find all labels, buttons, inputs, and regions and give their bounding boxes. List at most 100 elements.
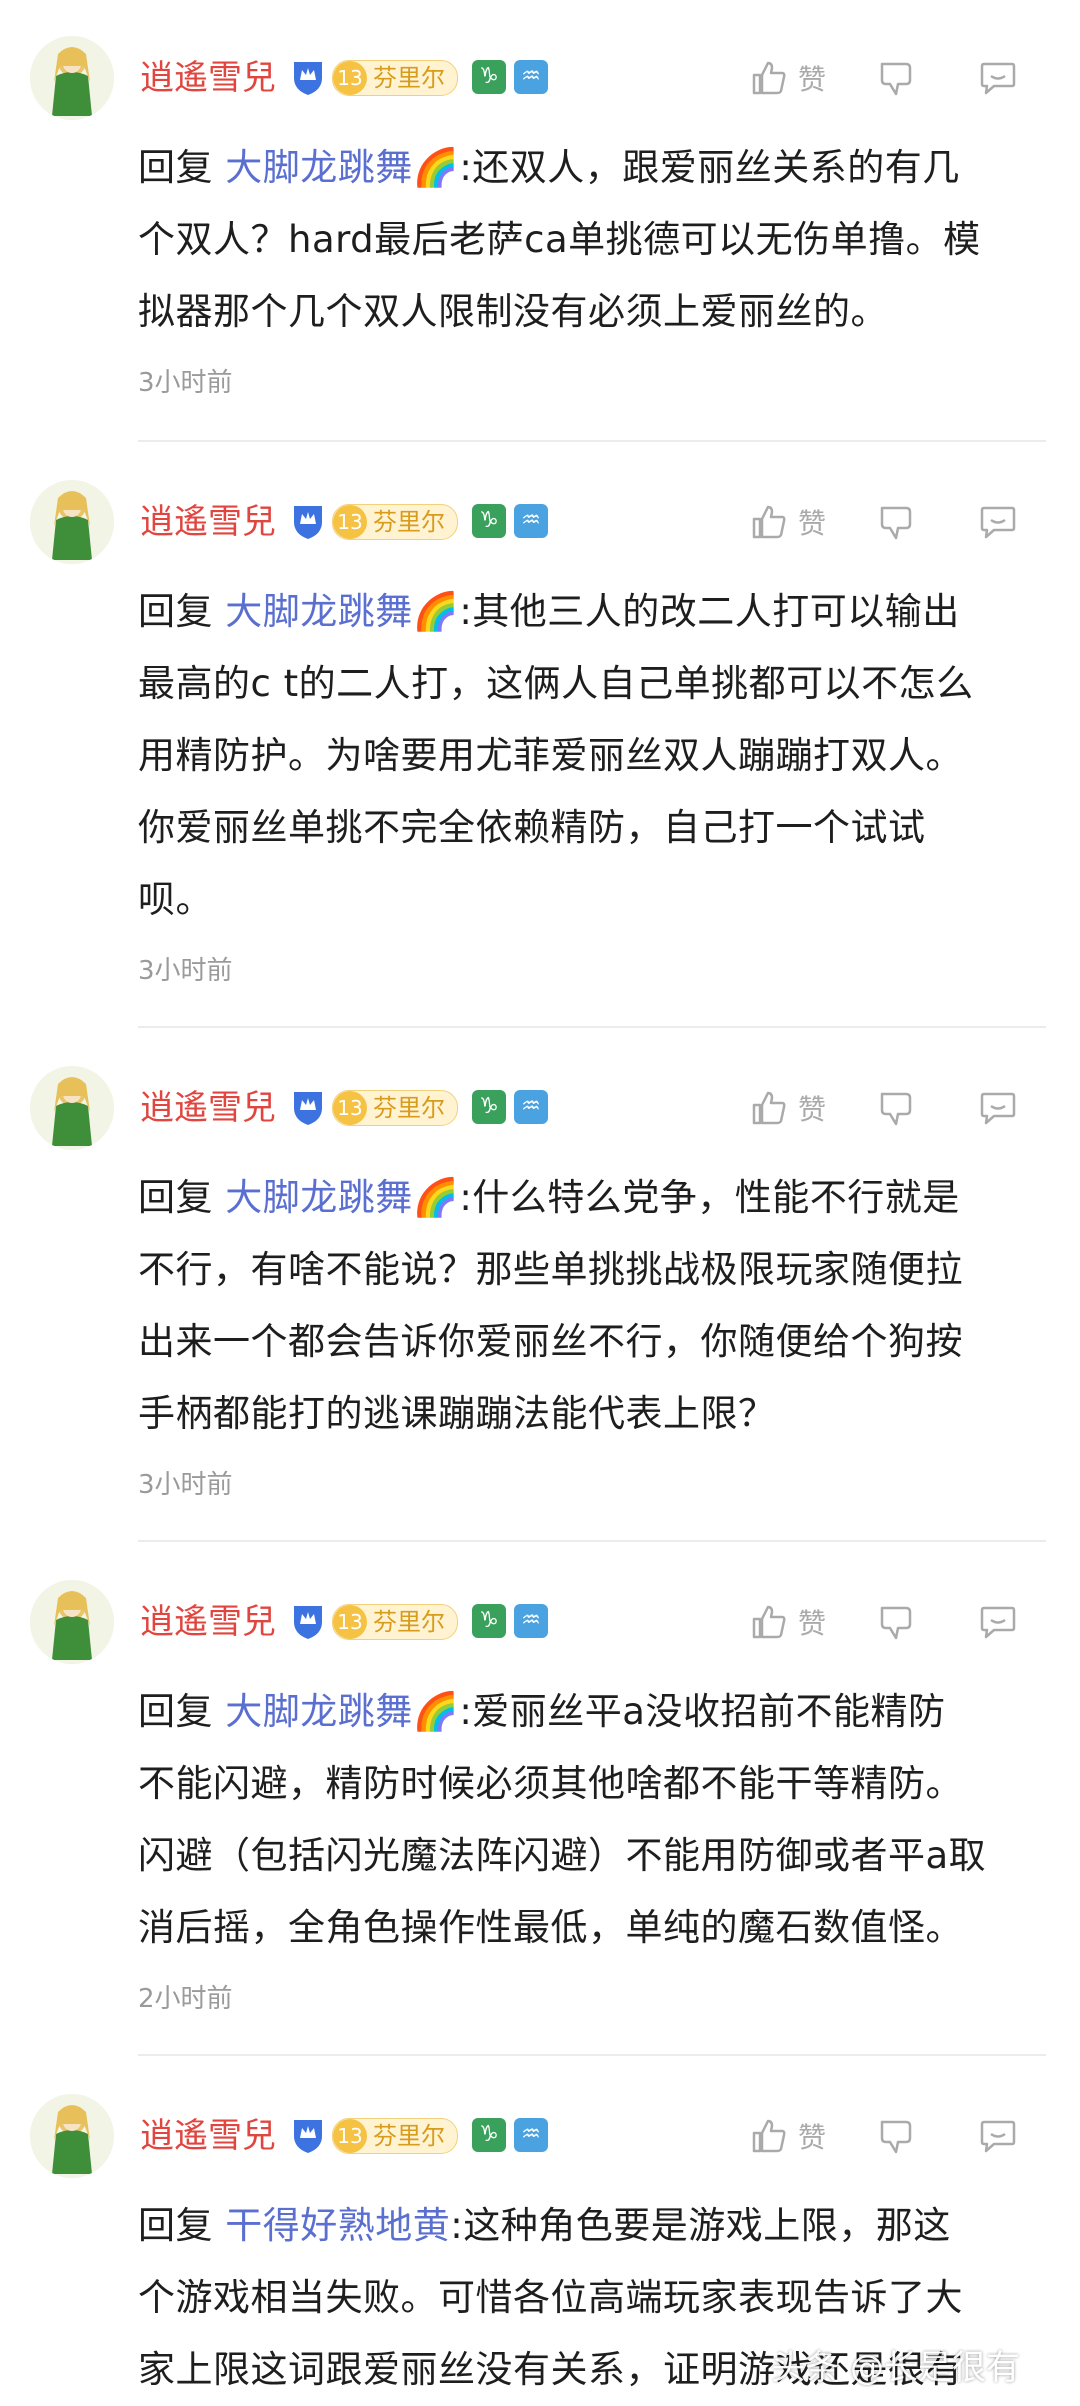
reply-prefix: 回复 xyxy=(138,1690,226,1733)
like-label: 赞 xyxy=(798,1607,827,1640)
comment-line: :什么特么党争，性能不行就是 xyxy=(459,1176,960,1219)
aquarius-icon: ♒ xyxy=(514,2118,548,2152)
timestamp: 2小时前 xyxy=(138,1984,233,2014)
comment-line: 呗。 xyxy=(138,878,213,921)
comment-body: 回复 大脚龙跳舞🌈:还双人，跟爱丽丝关系的有几 个双人？hard最后老萨ca单挑… xyxy=(138,132,1038,348)
aquarius-icon: ♒ xyxy=(514,504,548,538)
comment-line: 出来一个都会告诉你爱丽丝不行，你随便给个狗按 xyxy=(138,1320,963,1363)
thumbs-down-icon xyxy=(880,1606,912,1640)
level-number: 13 xyxy=(333,2119,367,2153)
level-badge: 13 芬里尔 xyxy=(332,1604,458,1640)
capricorn-icon: ♑ xyxy=(472,504,506,538)
username[interactable]: 逍遙雪兒 xyxy=(140,1600,276,1644)
comment-line: 你爱丽丝单挑不完全依赖精防，自己打一个试试 xyxy=(138,806,926,849)
comment-bubble-icon xyxy=(980,1606,1016,1639)
crown-shield-icon xyxy=(290,502,326,540)
thumbs-down-icon xyxy=(880,1092,912,1126)
level-number: 13 xyxy=(333,1605,367,1639)
reply-button[interactable] xyxy=(978,502,1018,542)
username[interactable]: 逍遙雪兒 xyxy=(140,1086,276,1130)
reply-mention[interactable]: 大脚龙跳舞🌈 xyxy=(225,146,459,189)
comment-line: 个游戏相当失败。可惜各位高端玩家表现告诉了大 xyxy=(138,2276,963,2319)
comment-line: 消后摇，全角色操作性最低，单纯的魔石数值怪。 xyxy=(138,1906,963,1949)
aquarius-icon: ♒ xyxy=(514,60,548,94)
like-button[interactable]: 赞 xyxy=(750,2116,826,2156)
comment-body: 回复 大脚龙跳舞🌈:爱丽丝平a没收招前不能精防 不能闪避，精防时候必须其他啥都不… xyxy=(138,1676,1038,1964)
level-badge: 13 芬里尔 xyxy=(332,504,458,540)
comment-line: :这种角色要是游戏上限，那这 xyxy=(450,2204,951,2247)
watermark: 头条 @长是很有 xyxy=(771,2348,1020,2388)
level-badge: 13 芬里尔 xyxy=(332,60,458,96)
comment-line: 用精防护。为啥要用尤菲爱丽丝双人蹦蹦打双人。 xyxy=(138,734,963,777)
comment-line: :爱丽丝平a没收招前不能精防 xyxy=(459,1690,946,1733)
timestamp: 3小时前 xyxy=(138,956,233,986)
reply-mention[interactable]: 大脚龙跳舞🌈 xyxy=(225,1690,459,1733)
reply-mention[interactable]: 大脚龙跳舞🌈 xyxy=(225,590,459,633)
thumbs-down-icon xyxy=(880,506,912,540)
like-button[interactable]: 赞 xyxy=(750,1602,826,1642)
capricorn-icon: ♑ xyxy=(472,1604,506,1638)
like-label: 赞 xyxy=(798,507,827,540)
comment-bubble-icon xyxy=(980,506,1016,539)
comment-line: :其他三人的改二人打可以输出 xyxy=(459,590,960,633)
crown-shield-icon xyxy=(290,58,326,96)
crown-shield-icon xyxy=(290,2116,326,2154)
avatar[interactable] xyxy=(30,2094,114,2178)
reply-mention[interactable]: 干得好熟地黄 xyxy=(225,2204,450,2247)
title-badge-text: 芬里尔 xyxy=(373,1608,445,1636)
like-button[interactable]: 赞 xyxy=(750,1088,826,1128)
timestamp: 3小时前 xyxy=(138,1470,233,1500)
reply-prefix: 回复 xyxy=(138,146,226,189)
comment-bubble-icon xyxy=(980,62,1016,95)
like-label: 赞 xyxy=(798,2121,827,2154)
thumbs-down-icon xyxy=(880,62,912,96)
reply-prefix: 回复 xyxy=(138,2204,226,2247)
reply-prefix: 回复 xyxy=(138,590,226,633)
reply-button[interactable] xyxy=(978,1602,1018,1642)
thumbs-down-icon xyxy=(880,2120,912,2154)
comment-line: 闪避（包括闪光魔法阵闪避）不能用防御或者平a取 xyxy=(138,1834,987,1877)
like-label: 赞 xyxy=(798,1093,827,1126)
comment-line: 不行，有啥不能说？那些单挑挑战极限玩家随便拉 xyxy=(138,1248,963,1291)
thumbs-up-icon xyxy=(752,1605,786,1639)
dislike-button[interactable] xyxy=(878,1604,916,1642)
like-button[interactable]: 赞 xyxy=(750,58,826,98)
dislike-button[interactable] xyxy=(878,1090,916,1128)
thumbs-up-icon xyxy=(752,61,786,95)
avatar[interactable] xyxy=(30,1580,114,1664)
comment-body: 回复 大脚龙跳舞🌈:其他三人的改二人打可以输出 最高的c t的二人打，这俩人自己… xyxy=(138,576,1038,936)
comment-body: 回复 大脚龙跳舞🌈:什么特么党争，性能不行就是 不行，有啥不能说？那些单挑挑战极… xyxy=(138,1162,1038,1450)
reply-button[interactable] xyxy=(978,58,1018,98)
comment-line: 拟器那个几个双人限制没有必须上爱丽丝的。 xyxy=(138,290,888,333)
crown-shield-icon xyxy=(290,1602,326,1640)
divider xyxy=(138,440,1046,442)
aquarius-icon: ♒ xyxy=(514,1604,548,1638)
reply-button[interactable] xyxy=(978,2116,1018,2156)
level-badge: 13 芬里尔 xyxy=(332,2118,458,2154)
username[interactable]: 逍遙雪兒 xyxy=(140,2114,276,2158)
comment-bubble-icon xyxy=(980,1092,1016,1125)
username[interactable]: 逍遙雪兒 xyxy=(140,500,276,544)
capricorn-icon: ♑ xyxy=(472,60,506,94)
reply-mention[interactable]: 大脚龙跳舞🌈 xyxy=(225,1176,459,1219)
thumbs-up-icon xyxy=(752,1091,786,1125)
thumbs-up-icon xyxy=(752,505,786,539)
avatar[interactable] xyxy=(30,36,114,120)
aquarius-icon: ♒ xyxy=(514,1090,548,1124)
comment-bubble-icon xyxy=(980,2120,1016,2153)
username[interactable]: 逍遙雪兒 xyxy=(140,56,276,100)
dislike-button[interactable] xyxy=(878,504,916,542)
dislike-button[interactable] xyxy=(878,60,916,98)
divider xyxy=(138,1026,1046,1028)
dislike-button[interactable] xyxy=(878,2118,916,2156)
comment-line: 手柄都能打的逃课蹦蹦法能代表上限？ xyxy=(138,1392,776,1435)
capricorn-icon: ♑ xyxy=(472,2118,506,2152)
title-badge-text: 芬里尔 xyxy=(373,508,445,536)
avatar[interactable] xyxy=(30,1066,114,1150)
avatar[interactable] xyxy=(30,480,114,564)
like-button[interactable]: 赞 xyxy=(750,502,826,542)
crown-shield-icon xyxy=(290,1088,326,1126)
reply-button[interactable] xyxy=(978,1088,1018,1128)
comment-line: :还双人，跟爱丽丝关系的有几 xyxy=(459,146,960,189)
divider xyxy=(138,2054,1046,2056)
